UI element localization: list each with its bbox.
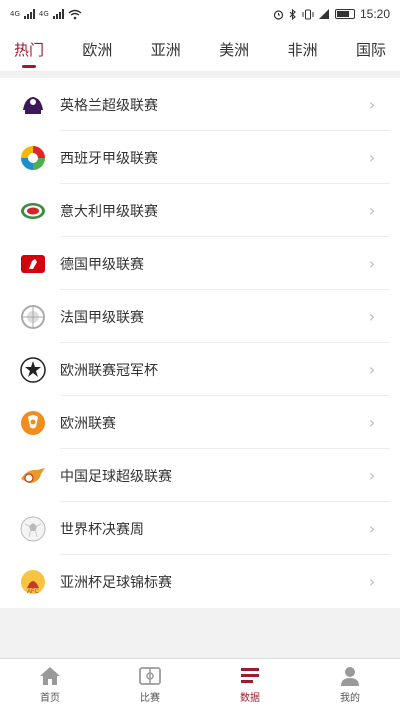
ligue1-logo-icon xyxy=(18,302,48,332)
league-list: 英格兰超级联赛 › 西班牙甲级联赛 › 意大利甲级联赛 › 德国甲级联赛 › 法… xyxy=(0,78,400,608)
signal-icon xyxy=(23,9,35,19)
league-label: 意大利甲级联赛 xyxy=(60,203,158,220)
chevron-right-icon: › xyxy=(368,307,376,326)
chevron-right-icon: › xyxy=(368,519,376,538)
league-label: 欧洲联赛 xyxy=(60,415,116,432)
league-row-europa-league[interactable]: 欧洲联赛 › xyxy=(0,396,400,449)
chevron-right-icon: › xyxy=(368,360,376,379)
mobile-signal-icon xyxy=(318,8,329,19)
league-row-champions-league[interactable]: 欧洲联赛冠军杯 › xyxy=(0,343,400,396)
home-icon xyxy=(40,667,60,685)
league-row-premier-league[interactable]: 英格兰超级联赛 › xyxy=(0,78,400,131)
league-label: 欧洲联赛冠军杯 xyxy=(60,362,158,379)
tab-hot[interactable]: 热门 xyxy=(14,28,44,72)
nav-match-label: 比赛 xyxy=(140,693,160,704)
tab-europe[interactable]: 欧洲 xyxy=(82,28,112,72)
europa-league-logo-icon xyxy=(18,408,48,438)
nav-profile[interactable]: 我的 xyxy=(300,659,400,710)
match-icon xyxy=(139,667,161,685)
nav-home[interactable]: 首页 xyxy=(0,659,100,710)
status-bar: 4G 4G 15:20 xyxy=(0,0,400,28)
chevron-right-icon: › xyxy=(368,95,376,114)
region-tabs: 热门 欧洲 亚洲 美洲 非洲 国际 xyxy=(0,28,400,72)
data-icon xyxy=(241,668,259,683)
battery-icon xyxy=(334,9,355,19)
wifi-icon xyxy=(68,9,82,19)
tab-americas[interactable]: 美洲 xyxy=(219,28,249,72)
chevron-right-icon: › xyxy=(368,413,376,432)
csl-logo-icon xyxy=(18,461,48,491)
nav-data[interactable]: 数据 xyxy=(200,659,300,710)
chevron-right-icon: › xyxy=(368,466,376,485)
nav-data-label: 数据 xyxy=(240,693,260,704)
league-row-bundesliga[interactable]: 德国甲级联赛 › xyxy=(0,237,400,290)
league-row-afc-asian-cup[interactable]: AFC 亚洲杯足球锦标赛 › xyxy=(0,555,400,608)
chevron-right-icon: › xyxy=(368,254,376,273)
serie-a-logo-icon xyxy=(18,196,48,226)
league-row-world-cup[interactable]: 世界杯决赛周 › xyxy=(0,502,400,555)
status-right: 15:20 xyxy=(273,7,390,21)
profile-icon xyxy=(341,667,359,686)
status-left: 4G 4G xyxy=(10,9,82,20)
league-label: 英格兰超级联赛 xyxy=(60,97,158,114)
nav-home-label: 首页 xyxy=(40,693,60,704)
signal-icon-2 xyxy=(52,9,64,19)
svg-text:AFC: AFC xyxy=(27,589,40,595)
laliga-logo-icon xyxy=(18,143,48,173)
league-label: 世界杯决赛周 xyxy=(60,521,144,538)
league-row-ligue1[interactable]: 法国甲级联赛 › xyxy=(0,290,400,343)
league-row-laliga[interactable]: 西班牙甲级联赛 › xyxy=(0,131,400,184)
nav-profile-label: 我的 xyxy=(340,693,360,704)
clock: 15:20 xyxy=(359,7,390,21)
carrier-1-label: 4G xyxy=(10,9,20,18)
bundesliga-logo-icon xyxy=(18,249,48,279)
league-label: 德国甲级联赛 xyxy=(60,256,144,273)
chevron-right-icon: › xyxy=(368,201,376,220)
chevron-right-icon: › xyxy=(368,148,376,167)
tab-asia[interactable]: 亚洲 xyxy=(151,28,181,72)
carrier-2-label: 4G xyxy=(38,9,49,18)
league-label: 法国甲级联赛 xyxy=(60,309,144,326)
league-row-serie-a[interactable]: 意大利甲级联赛 › xyxy=(0,184,400,237)
premier-league-logo-icon xyxy=(18,90,48,120)
bottom-nav: 首页 比赛 数据 我的 xyxy=(0,658,400,710)
world-cup-logo-icon xyxy=(18,514,48,544)
tab-international[interactable]: 国际 xyxy=(356,28,386,72)
tab-africa[interactable]: 非洲 xyxy=(288,28,318,72)
league-label: 亚洲杯足球锦标赛 xyxy=(60,574,172,591)
league-label: 中国足球超级联赛 xyxy=(60,468,172,485)
nav-match[interactable]: 比赛 xyxy=(100,659,200,710)
chevron-right-icon: › xyxy=(368,572,376,591)
afc-asian-cup-logo-icon: AFC xyxy=(18,567,48,597)
champions-league-logo-icon xyxy=(18,355,48,385)
league-label: 西班牙甲级联赛 xyxy=(60,150,158,167)
bluetooth-icon xyxy=(289,8,296,20)
league-row-csl[interactable]: 中国足球超级联赛 › xyxy=(0,449,400,502)
vibrate-icon xyxy=(302,9,314,19)
alarm-icon xyxy=(273,9,284,20)
